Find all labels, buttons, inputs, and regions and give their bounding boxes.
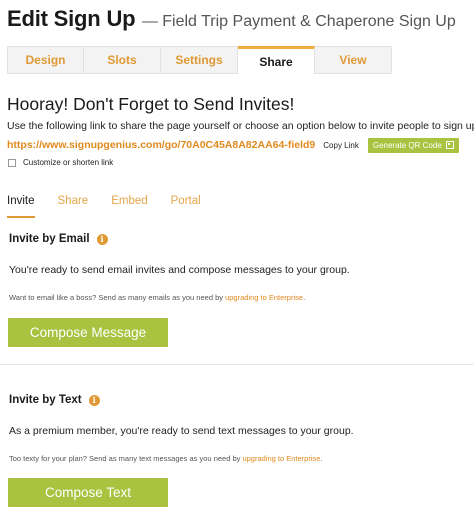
tab-design[interactable]: Design: [7, 46, 84, 74]
subtab-embed[interactable]: Embed: [111, 195, 147, 218]
tab-settings[interactable]: Settings: [161, 46, 238, 74]
invite-by-email-heading: Invite by Email i: [9, 233, 108, 245]
qr-button-label: Generate QR Code: [372, 140, 442, 150]
page-header: Edit Sign Up — Field Trip Payment & Chap…: [7, 6, 456, 32]
subtab-share[interactable]: Share: [58, 195, 89, 218]
info-icon[interactable]: i: [88, 394, 100, 406]
subtab-portal[interactable]: Portal: [171, 195, 201, 218]
share-heading: Hooray! Don't Forget to Send Invites!: [7, 94, 295, 114]
tab-view[interactable]: View: [315, 46, 392, 74]
email-upgrade-link[interactable]: upgrading to Enterprise: [225, 293, 303, 302]
page-subtitle: — Field Trip Payment & Chaperone Sign Up: [141, 13, 456, 30]
share-link[interactable]: https://www.signupgenius.com/go/70A0C45A…: [7, 139, 315, 151]
tab-slots[interactable]: Slots: [84, 46, 161, 74]
page-title: Edit Sign Up: [7, 6, 136, 31]
customize-link-checkbox[interactable]: [8, 158, 16, 167]
invite-by-email-label: Invite by Email: [9, 233, 90, 245]
text-description: As a premium member, you're ready to sen…: [9, 425, 354, 437]
invite-subtabs: Invite Share Embed Portal: [7, 195, 224, 218]
tab-share[interactable]: Share: [238, 46, 315, 74]
email-upsell-text: Want to email like a boss? Send as many …: [9, 293, 226, 302]
email-description: You're ready to send email invites and c…: [9, 264, 350, 276]
text-upsell: Too texty for your plan? Send as many te…: [9, 454, 323, 463]
email-upsell-end: .: [303, 293, 306, 302]
generate-qr-code-button[interactable]: Generate QR Code: [367, 137, 459, 153]
info-icon[interactable]: i: [96, 233, 108, 245]
share-instructions: Use the following link to share the page…: [7, 120, 474, 132]
text-upsell-text: Too texty for your plan? Send as many te…: [9, 454, 243, 463]
invite-by-text-label: Invite by Text: [9, 394, 82, 406]
subtab-invite[interactable]: Invite: [7, 195, 35, 218]
text-upgrade-link[interactable]: upgrading to Enterprise: [242, 454, 320, 463]
email-upsell: Want to email like a boss? Send as many …: [9, 293, 305, 302]
qr-code-icon: [445, 141, 454, 149]
main-tabbar: Design Slots Settings Share View: [7, 46, 395, 74]
customize-link-row: Customize or shorten link: [8, 158, 113, 167]
section-divider: [0, 364, 474, 365]
compose-message-button[interactable]: Compose Message: [8, 318, 168, 347]
copy-link-button[interactable]: Copy Link: [323, 141, 359, 150]
share-link-row: https://www.signupgenius.com/go/70A0C45A…: [7, 137, 459, 153]
text-upsell-end: .: [320, 454, 323, 463]
customize-link-label[interactable]: Customize or shorten link: [23, 158, 113, 167]
invite-by-text-heading: Invite by Text i: [9, 394, 100, 406]
compose-text-button[interactable]: Compose Text: [8, 478, 168, 507]
